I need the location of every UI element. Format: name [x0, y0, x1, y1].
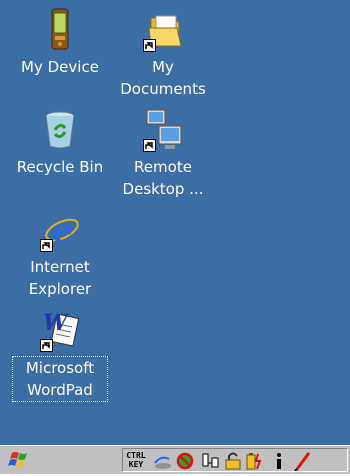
desktop-icon-internet-explorer[interactable]: e Internet Explorer	[12, 208, 108, 300]
svg-text:W: W	[43, 310, 70, 336]
desktop-icon-my-documents[interactable]: My Documents	[115, 8, 211, 100]
desktop-icon-microsoft-wordpad[interactable]: W Microsoft WordPad	[12, 308, 108, 402]
remote-desktop-icon	[143, 108, 183, 152]
start-button[interactable]	[2, 448, 40, 472]
info-icon[interactable]	[269, 451, 289, 471]
wordpad-icon: W	[40, 308, 80, 352]
desktop-icon-recycle-bin[interactable]: Recycle Bin	[12, 108, 108, 178]
pda-device-icon	[40, 8, 80, 52]
system-tray: CTRL KEY	[122, 448, 348, 472]
desktop-icon-label: My Device	[21, 58, 99, 76]
shortcut-arrow-icon	[143, 139, 156, 152]
pen-icon[interactable]	[293, 451, 313, 472]
internet-explorer-icon: e	[40, 208, 80, 252]
svg-text:e: e	[51, 211, 73, 251]
battery-icon[interactable]	[245, 451, 265, 471]
ctrl-key-line2: KEY	[128, 460, 144, 469]
ctrl-key-line1: CTRL	[126, 451, 146, 460]
windows-flag-icon	[8, 452, 27, 467]
desktop: My Device My Documents Recycle Bin Remot…	[0, 0, 350, 445]
recycle-bin-icon	[40, 108, 80, 152]
desktop-icon-label: My Documents	[120, 58, 206, 98]
connection-icon[interactable]	[201, 451, 221, 471]
desktop-icon-label: Microsoft WordPad	[12, 356, 108, 402]
desktop-icon-label: Recycle Bin	[16, 158, 104, 176]
folder-icon	[143, 8, 183, 52]
desktop-icon-remote-desktop[interactable]: Remote Desktop ...	[115, 108, 211, 200]
taskbar: CTRL KEY	[0, 445, 350, 474]
no-sync-icon[interactable]	[175, 451, 195, 471]
shortcut-arrow-icon	[143, 39, 156, 52]
ctrl-key-indicator[interactable]: CTRL KEY	[125, 451, 147, 471]
desktop-icon-label: Remote Desktop ...	[122, 158, 204, 198]
shortcut-arrow-icon	[40, 239, 53, 252]
lock-icon[interactable]	[223, 451, 243, 471]
desktop-icon-label: Internet Explorer	[28, 258, 92, 298]
desktop-icon-my-device[interactable]: My Device	[12, 8, 108, 78]
shortcut-arrow-icon	[40, 339, 53, 352]
network-icon[interactable]	[153, 451, 173, 471]
